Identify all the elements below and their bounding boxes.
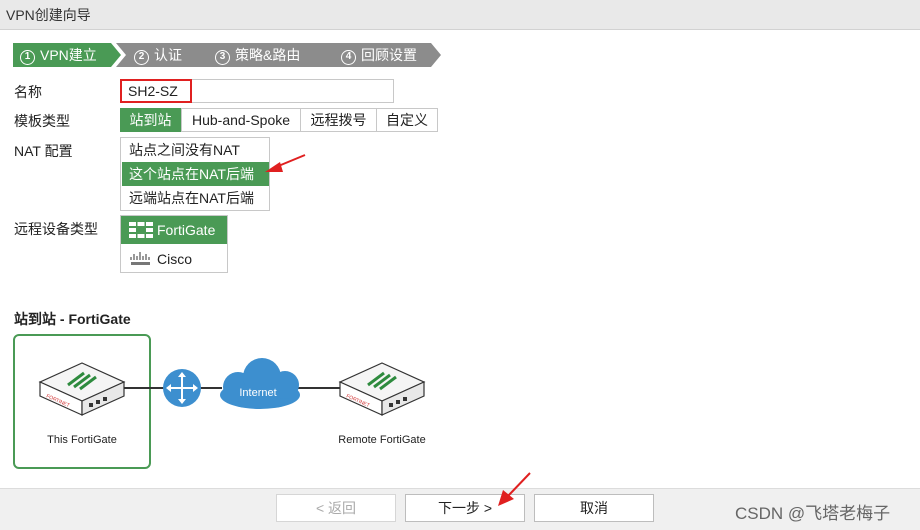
nat-option-this-site-behind-nat[interactable]: 这个站点在NAT后端	[122, 162, 269, 186]
nat-options-list: 站点之间没有NAT 这个站点在NAT后端 远端站点在NAT后端	[120, 137, 270, 211]
nat-config-label: NAT 配置	[14, 143, 73, 159]
name-label: 名称	[14, 84, 42, 100]
step-label: 回顾设置	[361, 47, 417, 63]
nat-option-no-nat[interactable]: 站点之间没有NAT	[122, 138, 269, 162]
step-policy-routing[interactable]: 3 策略&路由	[197, 43, 337, 67]
step-vpn-setup[interactable]: 1 VPN建立	[13, 43, 121, 67]
next-button[interactable]: 下一步 >	[405, 494, 525, 522]
step-number: 1	[20, 50, 35, 65]
name-value[interactable]: SH2-SZ	[120, 79, 192, 103]
cancel-button[interactable]: 取消	[534, 494, 654, 522]
device-option-label: FortiGate	[157, 222, 216, 238]
step-number: 2	[134, 50, 149, 65]
nat-option-remote-site-behind-nat[interactable]: 远端站点在NAT后端	[122, 186, 269, 210]
device-option-cisco[interactable]: Cisco	[121, 245, 227, 273]
local-device-label: This FortiGate	[47, 434, 117, 446]
router-icon	[163, 369, 201, 407]
device-option-fortigate[interactable]: FortiGate	[121, 216, 227, 244]
watermark: CSDN @飞塔老梅子	[735, 504, 891, 523]
remote-device-type-label: 远程设备类型	[14, 221, 98, 237]
template-option-custom[interactable]: 自定义	[376, 108, 438, 132]
template-option-hub-and-spoke[interactable]: Hub-and-Spoke	[181, 108, 301, 132]
internet-cloud-icon	[220, 358, 300, 409]
back-button[interactable]: < 返回	[276, 494, 396, 522]
arrow-nat-annotation	[275, 154, 306, 168]
cisco-logo-icon	[130, 252, 150, 265]
step-number: 4	[341, 50, 356, 65]
step-authentication[interactable]: 2 认证	[116, 43, 210, 67]
step-label: VPN建立	[40, 47, 97, 63]
window-title: VPN创建向导	[0, 0, 920, 30]
step-label: 策略&路由	[235, 47, 301, 63]
topology-diagram: FORTINET Internet FORTINET This FortiGat…	[13, 334, 426, 469]
step-review[interactable]: 4 回顾设置	[323, 43, 441, 67]
template-option-remote-dialup[interactable]: 远程拨号	[300, 108, 377, 132]
step-label: 认证	[154, 47, 182, 63]
template-type-label: 模板类型	[14, 113, 70, 129]
remote-fortigate-icon	[338, 362, 426, 416]
device-type-list: FortiGate Cisco	[120, 215, 228, 273]
remote-device-label: Remote FortiGate	[338, 434, 425, 446]
step-number: 3	[215, 50, 230, 65]
fortigate-logo-icon	[129, 222, 153, 238]
internet-label: Internet	[239, 387, 276, 399]
template-option-site-to-site[interactable]: 站到站	[120, 108, 181, 132]
device-option-label: Cisco	[157, 251, 193, 267]
